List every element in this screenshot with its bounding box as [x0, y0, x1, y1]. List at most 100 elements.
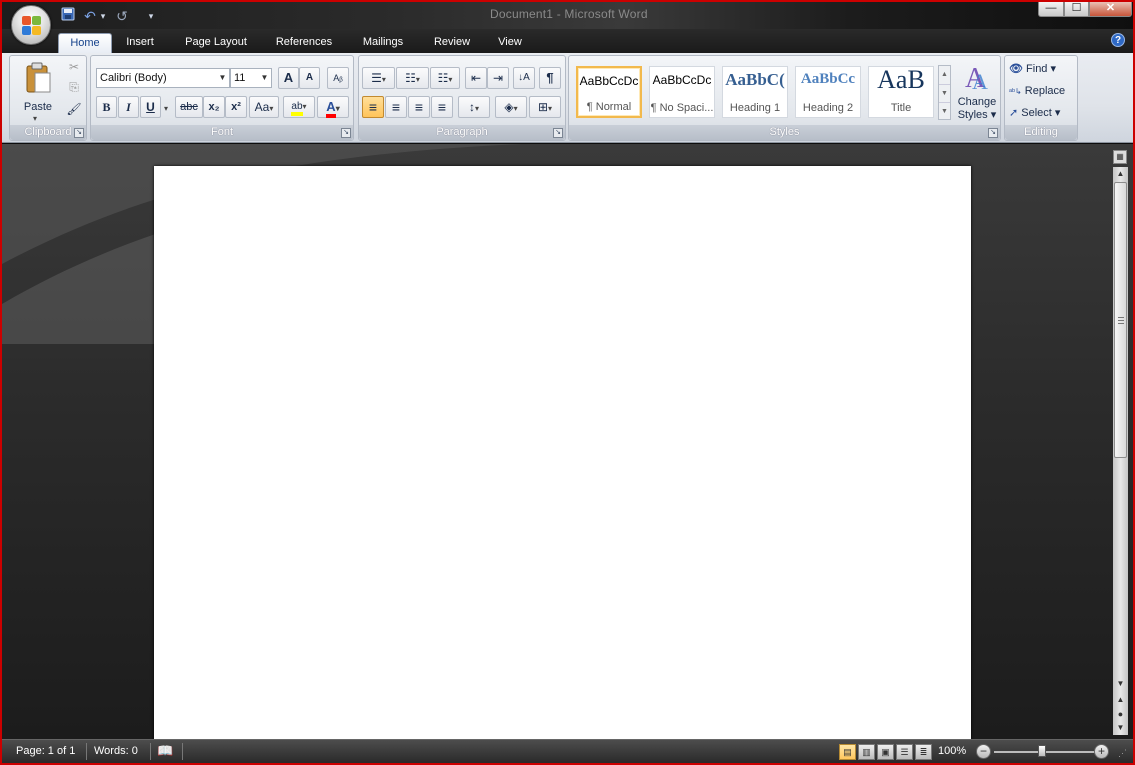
office-button[interactable] — [11, 5, 51, 45]
underline-dropdown-icon[interactable]: ▾ — [161, 96, 171, 118]
style-heading-1[interactable]: AaBbC( Heading 1 — [722, 66, 788, 118]
bullets-button[interactable]: ☰▾ — [362, 67, 395, 89]
shading-icon: ◈ — [504, 100, 514, 114]
maximize-button[interactable]: ☐ — [1064, 2, 1089, 17]
align-right-button[interactable]: ≡ — [408, 96, 430, 118]
shading-button[interactable]: ◈▾ — [495, 96, 527, 118]
font-name-combo[interactable]: Calibri (Body) ▼ — [96, 68, 230, 88]
highlight-button[interactable]: ab▾ — [283, 96, 315, 118]
scroll-thumb[interactable] — [1114, 182, 1127, 458]
proofing-icon[interactable]: 📖 — [157, 743, 173, 759]
grow-font-button[interactable]: A — [278, 67, 299, 89]
print-layout-view-icon[interactable]: ▤ — [839, 744, 856, 760]
close-button[interactable]: ✕ — [1089, 2, 1132, 17]
word-count[interactable]: Words: 0 — [94, 745, 138, 757]
decrease-indent-button[interactable]: ⇤ — [465, 67, 487, 89]
chevron-up-icon[interactable]: ▲ — [939, 66, 950, 84]
more-styles-icon[interactable]: ▼ — [939, 102, 950, 119]
copy-icon[interactable]: ⎘ — [64, 78, 84, 96]
tab-page-layout[interactable]: Page Layout — [178, 33, 254, 53]
clipboard-launcher-icon[interactable]: ↘ — [74, 128, 84, 138]
full-screen-reading-view-icon[interactable]: ▥ — [858, 744, 875, 760]
tab-home[interactable]: Home — [58, 33, 112, 53]
style-title[interactable]: AaB Title — [868, 66, 934, 118]
find-button[interactable]: 👁 Find ▾ — [1008, 59, 1076, 79]
style-preview: AaBbCc — [800, 71, 856, 87]
subscript-button[interactable]: x₂ — [203, 96, 225, 118]
tab-references[interactable]: References — [268, 33, 340, 53]
clipboard-group: Paste ▾ ✂ ⎘ 🖌 Clipboard ↘ — [9, 55, 87, 141]
minimize-button[interactable]: — — [1038, 2, 1064, 17]
paste-button[interactable]: Paste ▾ — [14, 58, 60, 123]
page-count[interactable]: Page: 1 of 1 — [16, 745, 75, 757]
change-case-button[interactable]: Aa▾ — [249, 96, 279, 118]
style-heading-2[interactable]: AaBbCc Heading 2 — [795, 66, 861, 118]
bold-button[interactable]: B — [96, 96, 117, 118]
sort-button[interactable]: ↓A — [513, 67, 535, 89]
replace-button[interactable]: ᵃᵇ↳ Replace — [1008, 81, 1076, 101]
zoom-in-icon[interactable]: + — [1094, 744, 1109, 759]
zoom-level[interactable]: 100% — [938, 745, 966, 757]
italic-button[interactable]: I — [118, 96, 139, 118]
select-browse-object-icon[interactable]: ● — [1113, 707, 1128, 721]
borders-button[interactable]: ⊞▾ — [529, 96, 561, 118]
numbering-button[interactable]: ☷▾ — [396, 67, 429, 89]
strikethrough-button[interactable]: abc — [175, 96, 203, 118]
tab-review[interactable]: Review — [426, 33, 478, 53]
zoom-out-icon[interactable]: − — [976, 744, 991, 759]
zoom-slider-thumb[interactable] — [1038, 745, 1046, 757]
office-logo-icon — [22, 16, 42, 36]
styles-group: AaBbCcDc ¶ Normal AaBbCcDc ¶ No Spaci...… — [568, 55, 1001, 141]
zoom-slider[interactable] — [994, 751, 1099, 753]
draft-view-icon[interactable]: ≣ — [915, 744, 932, 760]
change-styles-button[interactable]: AA Change Styles ▾ — [953, 59, 999, 123]
show-marks-button[interactable]: ¶ — [539, 67, 561, 89]
outline-view-icon[interactable]: ☰ — [896, 744, 913, 760]
shrink-font-button[interactable]: A — [299, 67, 320, 89]
ribbon: Paste ▾ ✂ ⎘ 🖌 Clipboard ↘ Calibri (Body)… — [2, 53, 1133, 143]
styles-launcher-icon[interactable]: ↘ — [988, 128, 998, 138]
tab-mailings[interactable]: Mailings — [354, 33, 412, 53]
redo-icon[interactable]: ↺ — [113, 7, 131, 25]
customize-qat-icon[interactable]: ▾ — [145, 7, 157, 25]
resize-grip-icon[interactable]: ⋰ — [1118, 748, 1130, 760]
justify-button[interactable]: ≡ — [431, 96, 453, 118]
view-ruler-icon[interactable]: ▦ — [1113, 150, 1127, 164]
underline-button[interactable]: U — [140, 96, 161, 118]
chevron-down-icon[interactable]: ▼ — [939, 84, 950, 102]
help-icon[interactable]: ? — [1111, 33, 1125, 47]
font-size-combo[interactable]: 11 ▼ — [230, 68, 272, 88]
tab-view[interactable]: View — [492, 33, 528, 53]
style-normal[interactable]: AaBbCcDc ¶ Normal — [576, 66, 642, 118]
align-left-button[interactable]: ≡ — [362, 96, 384, 118]
tab-insert[interactable]: Insert — [118, 33, 162, 53]
format-painter-icon[interactable]: 🖌 — [64, 100, 84, 118]
style-name: ¶ Normal — [586, 101, 632, 113]
paragraph-launcher-icon[interactable]: ↘ — [553, 128, 563, 138]
select-button[interactable]: ➚ Select ▾ — [1008, 103, 1076, 123]
style-no-spacing[interactable]: AaBbCcDc ¶ No Spaci... — [649, 66, 715, 118]
word-window: Document1 - Microsoft Word — ☐ ✕ ↶ ▾ ↺ ▾… — [2, 2, 1133, 763]
next-page-icon[interactable]: ▼ — [1113, 721, 1128, 735]
scroll-up-icon[interactable]: ▲ — [1113, 167, 1128, 181]
save-icon[interactable] — [60, 7, 76, 25]
increase-indent-button[interactable]: ⇥ — [487, 67, 509, 89]
find-label: Find ▾ — [1026, 63, 1057, 75]
line-spacing-button[interactable]: ↕▾ — [458, 96, 490, 118]
previous-page-icon[interactable]: ▲ — [1113, 693, 1128, 707]
multilevel-list-icon: ☷ — [437, 71, 449, 85]
web-layout-view-icon[interactable]: ▣ — [877, 744, 894, 760]
paragraph-group-label: Paragraph — [359, 125, 565, 140]
font-color-button[interactable]: A▾ — [317, 96, 349, 118]
superscript-button[interactable]: x² — [225, 96, 247, 118]
clear-formatting-button[interactable]: Aᵦ — [327, 67, 349, 89]
document-page[interactable] — [154, 166, 971, 739]
scroll-down-icon[interactable]: ▼ — [1113, 677, 1128, 691]
undo-dropdown-icon[interactable]: ▾ — [98, 7, 108, 25]
font-launcher-icon[interactable]: ↘ — [341, 128, 351, 138]
align-center-button[interactable]: ≡ — [385, 96, 407, 118]
undo-icon[interactable]: ↶ — [82, 7, 98, 25]
cut-icon[interactable]: ✂ — [64, 58, 84, 76]
multilevel-list-button[interactable]: ☷▾ — [430, 67, 460, 89]
vertical-scrollbar[interactable]: ▲ ▼ ▲ ● ▼ — [1113, 167, 1128, 735]
